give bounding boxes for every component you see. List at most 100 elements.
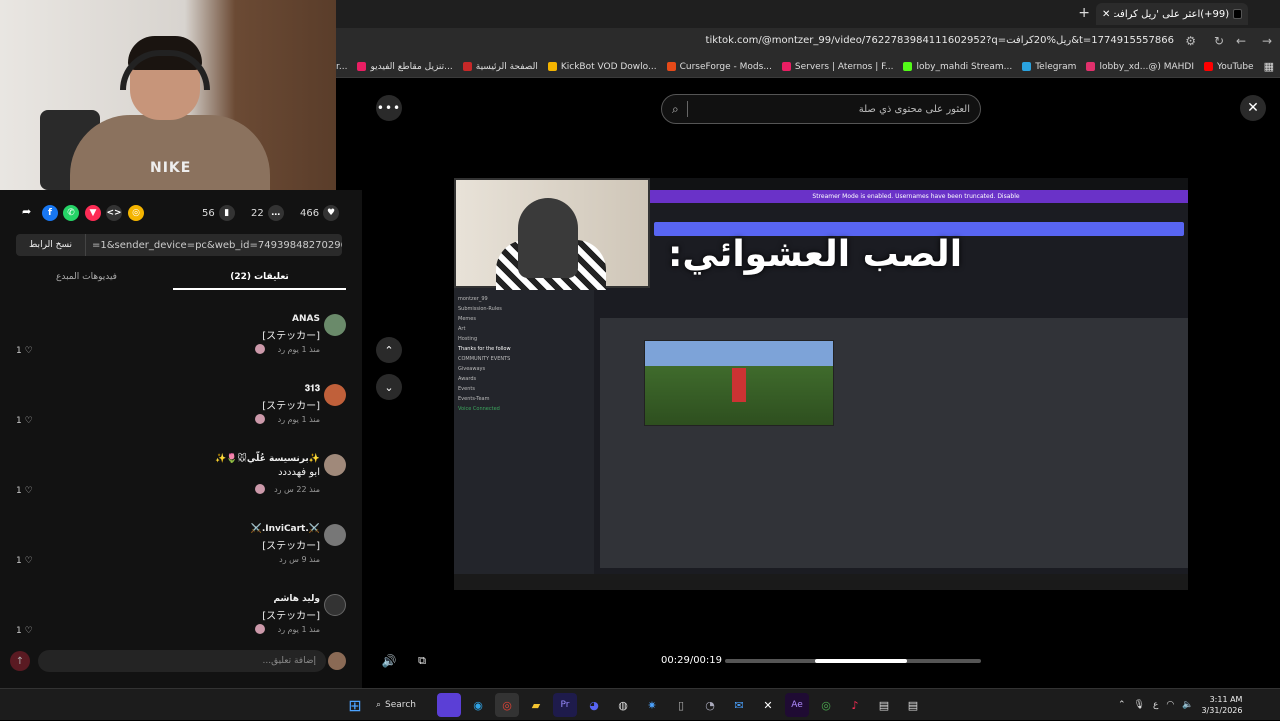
tab-creator-videos[interactable]: فيديوهات المبدع: [0, 266, 173, 290]
bookmark-item[interactable]: Telegram: [1022, 62, 1076, 72]
volume-icon[interactable]: 🔊: [378, 651, 400, 671]
capcut-icon[interactable]: ✕: [756, 693, 780, 717]
bookmark-item[interactable]: AI Image Generator...: [336, 62, 347, 72]
url-field[interactable]: tiktok.com/@montzer_99/video/76227839841…: [706, 35, 1174, 46]
likes-stat[interactable]: 466 ♥: [300, 205, 340, 221]
messenger-icon[interactable]: ✉: [727, 693, 751, 717]
bookmark-item[interactable]: lobby_xd...@) MAHDI: [1086, 62, 1194, 72]
search-icon[interactable]: ⌕: [672, 102, 679, 117]
facebook-icon[interactable]: f: [42, 205, 58, 221]
bookmark-item[interactable]: CurseForge - Mods...: [666, 62, 772, 72]
send-comment-button[interactable]: ↑: [10, 651, 30, 671]
comment-like[interactable]: 1 ♡: [16, 486, 33, 496]
system-tray: ⌃ 🎙 ع ◠ 🔈 3:11 AM 3/31/2026: [1118, 689, 1242, 721]
comment-like[interactable]: 1 ♡: [16, 626, 33, 636]
comment-author[interactable]: ⚔️.InviCart.⚔️: [251, 524, 320, 534]
close-icon[interactable]: ✕: [1240, 95, 1266, 121]
chrome-icon[interactable]: ◎: [495, 693, 519, 717]
taskbar-search[interactable]: ⌕ Search: [372, 693, 432, 717]
whatsapp-icon[interactable]: ✆: [63, 205, 79, 221]
heart-outline-icon: ♡: [24, 346, 33, 356]
next-video-button[interactable]: ⌄: [376, 374, 402, 400]
progress-bar[interactable]: [725, 659, 981, 663]
microphone-icon[interactable]: 🎙: [1134, 700, 1145, 710]
app-icon-2[interactable]: ▤: [901, 693, 925, 717]
tab-comments[interactable]: تعليقات (22): [173, 266, 346, 290]
previous-video-button[interactable]: ⌃: [376, 337, 402, 363]
webcam-overlay: NIKE: [0, 0, 336, 190]
share-arrow-icon[interactable]: ➦: [22, 205, 31, 218]
comment-meta[interactable]: منذ 1 يوم رد: [278, 345, 320, 354]
xbox-icon[interactable]: ◎: [814, 693, 838, 717]
comment-author[interactable]: 𝟑𝟏𝟑: [305, 384, 320, 394]
back-icon[interactable]: →: [1262, 34, 1272, 48]
comment-meta[interactable]: منذ 1 يوم رد: [278, 625, 320, 634]
volume-icon[interactable]: 🔈: [1182, 700, 1193, 710]
reload-icon[interactable]: ↻: [1214, 34, 1224, 48]
repost-icon[interactable]: ▼: [85, 205, 101, 221]
avatar[interactable]: [324, 384, 346, 406]
steam-icon[interactable]: ◔: [698, 693, 722, 717]
site-settings-icon[interactable]: ⚙: [1185, 34, 1196, 48]
tab-close-icon[interactable]: ✕: [1102, 9, 1110, 20]
usb-icon[interactable]: ▯: [669, 693, 693, 717]
search-input[interactable]: العثور على محتوى ذي صلة: [696, 104, 970, 115]
saves-stat[interactable]: 56 ▮: [202, 205, 235, 221]
chevron-up-icon[interactable]: ⌃: [1118, 700, 1126, 710]
comment-author[interactable]: وليد هاشم: [273, 594, 320, 604]
comment-meta[interactable]: منذ 22 س رد: [274, 485, 320, 494]
avatar[interactable]: [324, 314, 346, 336]
bookmarks-menu-icon[interactable]: ▦: [1264, 60, 1274, 73]
tiktok-icon[interactable]: ♪: [843, 693, 867, 717]
app-icon[interactable]: ▤: [872, 693, 896, 717]
copy-link-button[interactable]: نسخ الرابط: [16, 234, 86, 256]
comments-stat[interactable]: 22 …: [251, 205, 284, 221]
comment-like[interactable]: 1 ♡: [16, 556, 33, 566]
embed-icon[interactable]: <>: [106, 205, 122, 221]
avatar[interactable]: [324, 594, 346, 616]
clock[interactable]: 3:11 AM 3/31/2026: [1201, 694, 1242, 716]
discord-icon[interactable]: ◕: [582, 693, 606, 717]
windows-start-icon[interactable]: ⊞: [343, 693, 367, 717]
related-search-box[interactable]: ⌕ العثور على محتوى ذي صلة: [661, 94, 981, 124]
premiere-icon[interactable]: Pr: [553, 693, 577, 717]
wifi-icon[interactable]: ◠: [1166, 700, 1174, 710]
likes-count: 466: [300, 207, 320, 219]
obs-icon[interactable]: ◍: [611, 693, 635, 717]
avatar[interactable]: [324, 524, 346, 546]
comment-author[interactable]: ✨برنسيسة عُلّي🐭🌷✨: [215, 454, 320, 464]
comment-author[interactable]: ANAS: [292, 314, 320, 324]
friends-icon[interactable]: ◎: [128, 205, 144, 221]
bookmark-item[interactable]: تنزيل مقاطع الفيديو...: [357, 62, 453, 72]
forward-icon[interactable]: ←: [1236, 34, 1246, 48]
heart-icon: ♥: [323, 205, 340, 221]
language-indicator[interactable]: ع: [1153, 700, 1158, 710]
after-effects-icon[interactable]: Ae: [785, 693, 809, 717]
taskbar-apps: ⊞ ⌕ Search ◉ ◎ ▰ Pr ◕ ◍ ✷ ▯ ◔ ✉ ✕ Ae ◎ ♪ …: [343, 689, 925, 721]
kickbot-icon: [547, 62, 557, 71]
comment-like[interactable]: 1 ♡: [16, 346, 33, 356]
comments-count: 22: [251, 207, 264, 219]
more-options-button[interactable]: •••: [376, 95, 402, 121]
edge-icon[interactable]: ◉: [466, 693, 490, 717]
comment-like[interactable]: 1 ♡: [16, 416, 33, 426]
comment-meta[interactable]: منذ 1 يوم رد: [278, 415, 320, 424]
windows-taskbar: ⊞ ⌕ Search ◉ ◎ ▰ Pr ◕ ◍ ✷ ▯ ◔ ✉ ✕ Ae ◎ ♪ …: [0, 688, 1280, 720]
bookmark-item[interactable]: YouTube: [1203, 62, 1254, 72]
picture-in-picture-icon[interactable]: ⧉: [412, 651, 432, 671]
new-tab-button[interactable]: +: [1078, 5, 1090, 21]
my-avatar[interactable]: [328, 652, 346, 670]
settings-icon[interactable]: ✷: [640, 693, 664, 717]
bookmark-item[interactable]: KickBot VOD Dowlo...: [547, 62, 657, 72]
bookmark-item[interactable]: الصفحة الرئيسية: [462, 62, 538, 72]
browser-tab-active[interactable]: (99+)اعثر على 'ريل كرافت' ... ✕: [1096, 3, 1248, 25]
comment-input[interactable]: إضافة تعليق...: [38, 650, 326, 672]
bookmark-item[interactable]: loby_mahdi Stream...: [903, 62, 1012, 72]
avatar[interactable]: [324, 454, 346, 476]
video-frame[interactable]: Streamer Mode is enabled. Usernames have…: [454, 178, 1188, 590]
copilot-icon[interactable]: [437, 693, 461, 717]
aternos-icon: [781, 62, 791, 71]
file-explorer-icon[interactable]: ▰: [524, 693, 548, 717]
comment-meta[interactable]: منذ 9 س رد: [279, 555, 320, 564]
bookmark-item[interactable]: Servers | Aternos | F...: [781, 62, 893, 72]
